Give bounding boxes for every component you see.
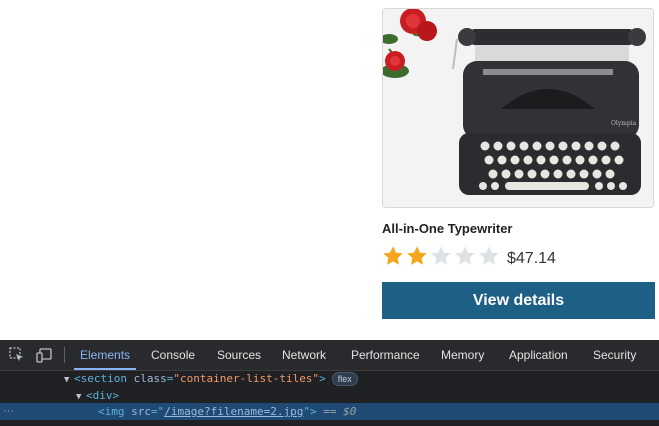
- tab-console[interactable]: Console: [151, 340, 195, 370]
- star-icon: [455, 246, 475, 265]
- tab-application[interactable]: Application: [509, 340, 568, 370]
- selected-node-marker: == $0: [323, 405, 357, 418]
- tab-elements[interactable]: Elements: [73, 340, 137, 370]
- tab-network[interactable]: Network: [282, 340, 326, 370]
- section-tag-name: section: [80, 372, 127, 385]
- dom-node-img-selected[interactable]: ··· <img src="/image?filename=2.jpg"> ==…: [0, 403, 659, 420]
- dom-node-div[interactable]: ▼ <div>: [0, 387, 659, 404]
- img-tag-name: img: [104, 405, 125, 418]
- devtools-panel: Elements Console Sources Network Perform…: [0, 340, 659, 426]
- device-toolbar-icon[interactable]: [36, 347, 52, 363]
- div-tag-name: div: [92, 389, 113, 402]
- star-icon: [431, 246, 451, 265]
- img-src-link[interactable]: /image?filename=2.jpg: [164, 405, 303, 418]
- typewriter-image: Olympia: [383, 9, 653, 207]
- star-rating: [382, 244, 502, 268]
- star-icon: [407, 246, 427, 265]
- tab-performance[interactable]: Performance: [351, 340, 420, 370]
- tab-memory[interactable]: Memory: [441, 340, 484, 370]
- flex-badge[interactable]: flex: [331, 372, 358, 386]
- product-title[interactable]: All-in-One Typewriter: [382, 221, 513, 236]
- toolbar-divider: [64, 347, 65, 363]
- star-icon: [383, 246, 403, 265]
- svg-text:Olympia: Olympia: [611, 120, 637, 127]
- typewriter-body: Olympia: [452, 28, 646, 195]
- inspect-element-icon[interactable]: [9, 347, 25, 363]
- devtools-tabbar: Elements Console Sources Network Perform…: [0, 340, 659, 371]
- product-image[interactable]: Olympia: [382, 8, 654, 208]
- section-attr-value: "container-list-tiles": [173, 372, 320, 385]
- dom-node-section[interactable]: ▼ <section class="container-list-tiles"> f…: [0, 370, 659, 387]
- star-icon: [479, 246, 499, 265]
- more-options-icon[interactable]: ···: [3, 403, 14, 420]
- product-price: $47.14: [507, 250, 556, 267]
- tab-sources[interactable]: Sources: [217, 340, 261, 370]
- section-attr-name: class: [133, 372, 167, 385]
- view-details-button[interactable]: View details: [382, 282, 655, 319]
- tab-security[interactable]: Security: [593, 340, 636, 370]
- img-attr-name: src: [131, 405, 151, 418]
